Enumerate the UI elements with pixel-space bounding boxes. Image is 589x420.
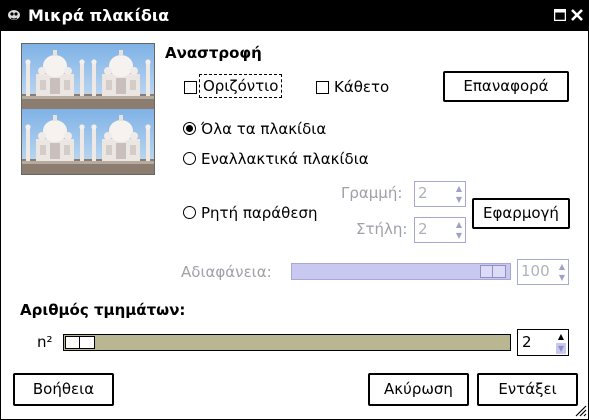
segments-heading: Αριθμός τμημάτων: (20, 301, 186, 319)
column-value: 2 (418, 220, 428, 238)
opacity-value: 100 (521, 262, 550, 280)
reset-button[interactable]: Επαναφορά (443, 71, 569, 102)
segments-value: 2 (522, 333, 532, 351)
opacity-slider[interactable] (291, 263, 511, 280)
ok-button[interactable]: Εντάξει (477, 373, 578, 406)
spin-down-icon[interactable]: ▼ (556, 343, 566, 354)
explicit-tiling-radio[interactable] (183, 206, 196, 219)
all-tiles-label[interactable]: Όλα τα πλακίδια (201, 120, 326, 138)
cancel-button[interactable]: Ακύρωση (368, 373, 469, 406)
maximize-icon[interactable] (554, 9, 566, 21)
dialog-window: Μικρά πλακίδια Αναστροφή Οριζόντιο Κάθετ… (0, 0, 589, 420)
row-value: 2 (418, 184, 428, 202)
segments-slider[interactable] (63, 334, 511, 351)
resize-grip-icon[interactable] (571, 401, 587, 417)
horizontal-checkbox[interactable] (184, 81, 197, 94)
tile-preview-image (21, 43, 155, 175)
help-button[interactable]: Βοήθεια (13, 373, 114, 406)
segments-prefix: n² (37, 333, 53, 351)
explicit-tiling-label[interactable]: Ρητή παράθεση (201, 204, 317, 222)
column-spinbutton[interactable]: 2 ▲ ▼ (414, 217, 466, 243)
segments-slider-handle[interactable] (65, 336, 95, 349)
vertical-checkbox[interactable] (316, 81, 329, 94)
taj-mahal-tiles-graphic (22, 44, 154, 174)
flip-heading: Αναστροφή (165, 44, 262, 62)
spin-down-icon[interactable]: ▼ (455, 232, 463, 240)
close-icon[interactable] (571, 9, 583, 21)
all-tiles-radio[interactable] (183, 122, 196, 135)
apply-button[interactable]: Εφαρμογή (472, 198, 570, 229)
spin-down-icon[interactable]: ▼ (558, 274, 566, 282)
window-title: Μικρά πλακίδια (28, 6, 170, 25)
spin-up-icon[interactable]: ▲ (455, 221, 463, 229)
spin-up-icon[interactable]: ▲ (558, 263, 566, 271)
title-bar: Μικρά πλακίδια (1, 1, 588, 31)
opacity-label: Αδιαφάνεια: (181, 263, 272, 281)
spin-up-icon[interactable]: ▲ (556, 332, 566, 342)
opacity-slider-handle[interactable] (480, 265, 506, 278)
spin-down-icon[interactable]: ▼ (455, 196, 463, 204)
alternate-tiles-label[interactable]: Εναλλακτικά πλακίδια (201, 150, 369, 168)
horizontal-checkbox-label[interactable]: Οριζόντιο (199, 74, 283, 98)
alternate-tiles-radio[interactable] (183, 152, 196, 165)
spin-up-icon[interactable]: ▲ (455, 185, 463, 193)
column-label: Στήλη: (356, 220, 408, 238)
gimp-app-icon (8, 10, 20, 20)
segments-spinbutton[interactable]: 2 ▲ ▼ (517, 329, 569, 356)
vertical-checkbox-label[interactable]: Κάθετο (334, 78, 389, 96)
row-spinbutton[interactable]: 2 ▲ ▼ (414, 181, 466, 207)
opacity-spinbutton[interactable]: 100 ▲ ▼ (517, 259, 569, 285)
row-label: Γραμμή: (341, 184, 403, 202)
